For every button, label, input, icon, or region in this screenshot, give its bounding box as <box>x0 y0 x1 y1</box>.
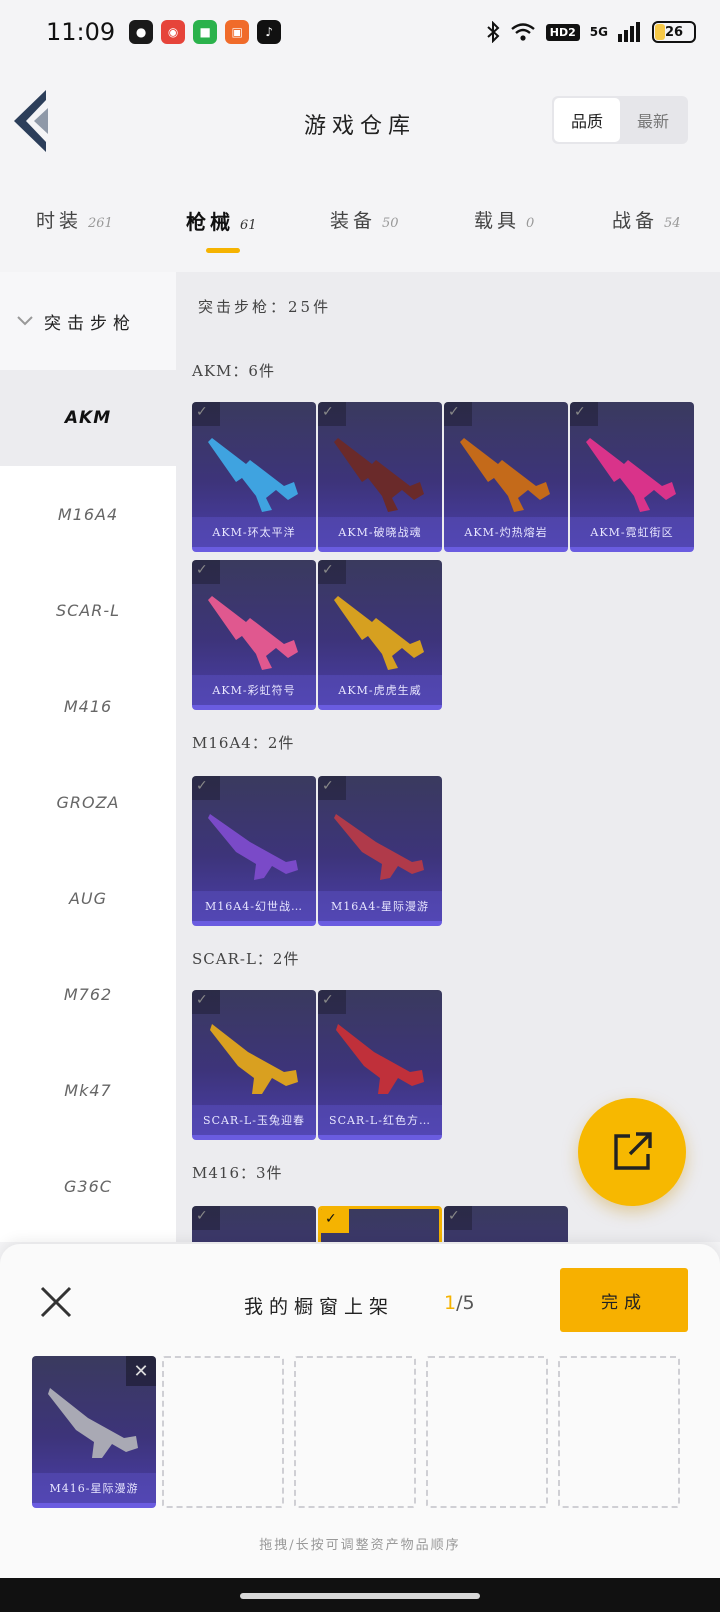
rail-item-akm[interactable]: AKM <box>0 370 176 466</box>
battery-icon: 26 <box>652 21 696 43</box>
rifle-icon <box>48 1388 138 1458</box>
rail-item-m762[interactable]: M762 <box>0 946 176 1042</box>
chevron-down-icon <box>17 316 33 326</box>
check-icon: ✓ <box>196 404 208 420</box>
rifle-icon <box>336 1024 424 1094</box>
rifle-icon <box>460 438 550 512</box>
check-icon: ✓ <box>196 778 208 794</box>
category-tabs: 时装 261 枪械 61 装备 50 载具 0 战备 54 <box>0 196 720 260</box>
rifle-icon <box>334 596 424 670</box>
sheet-title: 我的橱窗上架 <box>244 1296 395 1318</box>
rifle-icon <box>586 438 676 512</box>
skin-card[interactable]: ✓ <box>192 1206 316 1242</box>
wechat-icon: ● <box>129 20 154 44</box>
remove-icon[interactable]: ✕ <box>126 1356 156 1386</box>
check-icon: ✓ <box>325 1211 337 1227</box>
active-tab-indicator <box>206 248 240 253</box>
status-time: 11:09 <box>46 18 116 46</box>
tab-fashion[interactable]: 时装 261 <box>36 206 113 233</box>
signal-icon <box>618 22 640 42</box>
rail-category-header[interactable]: 突击步枪 <box>0 272 176 370</box>
share-icon <box>614 1132 652 1170</box>
header: 游戏仓库 品质 最新 <box>0 80 720 164</box>
check-icon: ✓ <box>448 404 460 420</box>
skin-card[interactable]: ✓ AKM-霓虹街区 <box>570 402 694 552</box>
showcase-slot-filled[interactable]: ✕ M416-星际漫游 <box>32 1356 156 1508</box>
check-icon: ✓ <box>322 992 334 1008</box>
close-button[interactable] <box>36 1282 76 1322</box>
message-icon: ■ <box>193 20 218 44</box>
rail-item-groza[interactable]: GROZA <box>0 754 176 850</box>
check-icon: ✓ <box>196 562 208 578</box>
tiktok-icon: ♪ <box>257 20 282 44</box>
group-title-akm: AKM：6件 <box>192 362 275 380</box>
check-icon: ✓ <box>322 778 334 794</box>
skin-card[interactable]: ✓ M16A4-星际漫游 <box>318 776 442 926</box>
tab-supplies[interactable]: 战备 54 <box>612 206 681 233</box>
group-title-scar-l: SCAR-L：2件 <box>192 950 300 968</box>
skin-card[interactable]: ✓ SCAR-L-红色方… <box>318 990 442 1140</box>
slot-counter: 1/5 <box>444 1292 475 1314</box>
showcase-slot-empty[interactable] <box>162 1356 284 1508</box>
status-bar: 11:09 ● ◉ ■ ▣ ♪ HD2 5G 26 <box>0 0 720 64</box>
bluetooth-icon <box>487 21 500 43</box>
rail-item-g36c[interactable]: G36C <box>0 1138 176 1234</box>
rail-item-aug[interactable]: AUG <box>0 850 176 946</box>
skin-card[interactable]: ✓ AKM-灼热熔岩 <box>444 402 568 552</box>
rail-item-m416[interactable]: M416 <box>0 658 176 754</box>
reorder-hint: 拖拽/长按可调整资产物品顺序 <box>259 1538 461 1553</box>
check-icon: ✓ <box>196 992 208 1008</box>
system-nav-bar <box>0 1578 720 1612</box>
showcase-sheet: 我的橱窗上架 1/5 完成 ✕ M416-星际漫游 拖拽/长按可调整资产物品顺序 <box>0 1244 720 1578</box>
tab-firearms[interactable]: 枪械 61 <box>186 206 257 235</box>
skin-card[interactable]: ✓ SCAR-L-玉兔迎春 <box>192 990 316 1140</box>
weapon-skin-list: 突击步枪：25件 AKM：6件 ✓ AKM-环太平洋 ✓ AKM-破晓战魂 ✓ AKM… <box>176 272 720 1242</box>
skin-card[interactable]: ✓ AKM-环太平洋 <box>192 402 316 552</box>
share-button[interactable] <box>578 1098 686 1206</box>
skin-card[interactable]: ✓ AKM-彩虹符号 <box>192 560 316 710</box>
done-button[interactable]: 完成 <box>560 1268 688 1332</box>
hd-badge: HD2 <box>545 23 580 41</box>
category-summary: 突击步枪：25件 <box>198 298 332 316</box>
wifi-icon <box>511 23 535 41</box>
showcase-slot-empty[interactable] <box>426 1356 548 1508</box>
skin-card[interactable]: ✓ AKM-虎虎生威 <box>318 560 442 710</box>
skin-card[interactable]: ✓ M16A4-幻世战… <box>192 776 316 926</box>
check-icon: ✓ <box>322 562 334 578</box>
sort-newest-option[interactable]: 最新 <box>620 98 686 142</box>
network-label: 5G <box>589 25 608 39</box>
rifle-icon <box>208 596 298 670</box>
app-icon: ▣ <box>225 20 250 44</box>
rifle-icon <box>208 814 298 880</box>
status-app-icons: ● ◉ ■ ▣ ♪ <box>129 20 282 44</box>
weapon-type-rail: 突击步枪 AKM M16A4 SCAR-L M416 GROZA AUG M76… <box>0 272 176 1242</box>
home-indicator[interactable] <box>240 1593 480 1599</box>
rail-item-m16a4[interactable]: M16A4 <box>0 466 176 562</box>
tab-equipment[interactable]: 装备 50 <box>330 206 399 233</box>
status-indicators: HD2 5G 26 <box>486 21 696 43</box>
rail-item-scar-l[interactable]: SCAR-L <box>0 562 176 658</box>
sort-toggle: 品质 最新 <box>552 96 688 144</box>
weibo-icon: ◉ <box>161 20 186 44</box>
group-title-m16a4: M16A4：2件 <box>192 734 295 752</box>
skin-card[interactable]: ✓ AKM-破晓战魂 <box>318 402 442 552</box>
tab-vehicles[interactable]: 载具 0 <box>474 206 534 233</box>
rifle-icon <box>334 438 424 512</box>
skin-card-selected[interactable]: ✓ <box>318 1206 442 1242</box>
rail-item-mk47[interactable]: Mk47 <box>0 1042 176 1138</box>
check-icon: ✓ <box>574 404 586 420</box>
sort-quality-option[interactable]: 品质 <box>554 98 620 142</box>
check-icon: ✓ <box>448 1208 460 1224</box>
group-title-m416: M416：3件 <box>192 1164 283 1182</box>
showcase-slot-empty[interactable] <box>294 1356 416 1508</box>
check-icon: ✓ <box>322 404 334 420</box>
close-icon <box>40 1286 72 1318</box>
rifle-icon <box>208 438 298 512</box>
showcase-slot-empty[interactable] <box>558 1356 680 1508</box>
rifle-icon <box>210 1024 298 1094</box>
skin-card[interactable]: ✓ <box>444 1206 568 1242</box>
rifle-icon <box>334 814 424 880</box>
check-icon: ✓ <box>196 1208 208 1224</box>
